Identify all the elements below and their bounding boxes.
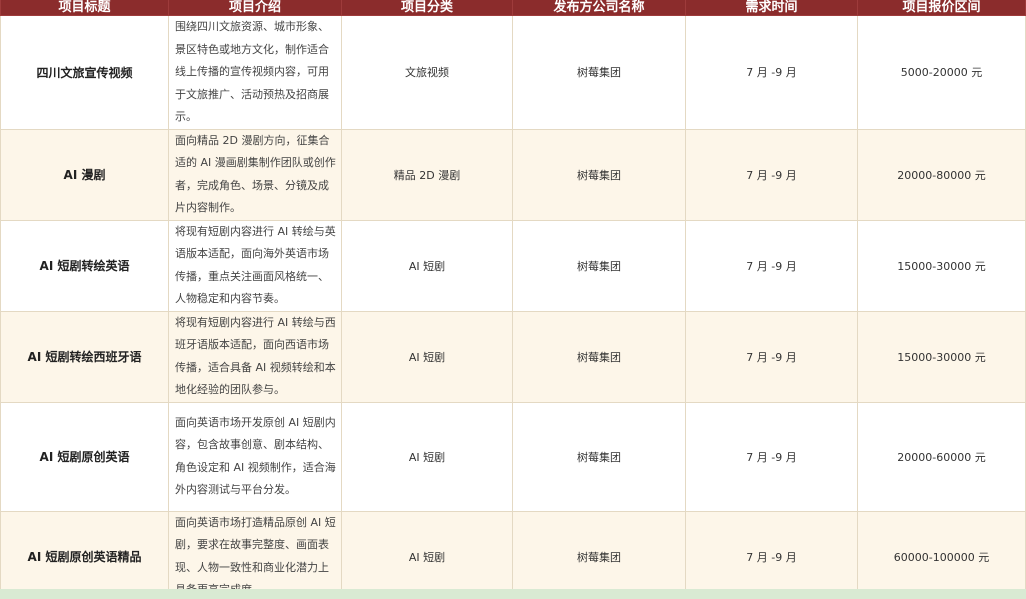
header-row: 项目标题 项目介绍 项目分类 发布方公司名称 需求时间 项目报价区间 xyxy=(0,0,1026,16)
col-header-category: 项目分类 xyxy=(341,0,513,16)
cell-time: 7 月 -9 月 xyxy=(685,219,858,312)
cell-intro: 面向英语市场开发原创 AI 短剧内容，包含故事创意、剧本结构、角色设定和 AI … xyxy=(168,401,342,512)
cell-title: AI 漫剧 xyxy=(0,128,169,221)
project-table: 项目标题 项目介绍 项目分类 发布方公司名称 需求时间 项目报价区间 四川文旅宣… xyxy=(0,0,1026,599)
cell-time: 7 月 -9 月 xyxy=(685,510,858,599)
col-header-time: 需求时间 xyxy=(685,0,858,16)
col-header-company: 发布方公司名称 xyxy=(512,0,686,16)
cell-company: 树莓集团 xyxy=(512,310,686,403)
cell-intro: 面向精品 2D 漫剧方向，征集合适的 AI 漫画剧集制作团队或创作者，完成角色、… xyxy=(168,128,342,221)
cell-intro: 将现有短剧内容进行 AI 转绘与英语版本适配，面向海外英语市场传播，重点关注画面… xyxy=(168,219,342,312)
cell-title: AI 短剧原创英语精品 xyxy=(0,510,169,599)
table-row: 四川文旅宣传视频 围绕四川文旅资源、城市形象、景区特色或地方文化，制作适合线上传… xyxy=(0,15,1026,130)
cell-intro: 围绕四川文旅资源、城市形象、景区特色或地方文化，制作适合线上传播的宣传视频内容，… xyxy=(168,15,342,130)
cell-time: 7 月 -9 月 xyxy=(685,401,858,512)
cell-company: 树莓集团 xyxy=(512,510,686,599)
cell-price: 15000-30000 元 xyxy=(857,219,1026,312)
cell-category: AI 短剧 xyxy=(341,219,513,312)
table-row: AI 漫剧 面向精品 2D 漫剧方向，征集合适的 AI 漫画剧集制作团队或创作者… xyxy=(0,128,1026,221)
cell-title: AI 短剧转绘西班牙语 xyxy=(0,310,169,403)
cell-company: 树莓集团 xyxy=(512,401,686,512)
cell-category: AI 短剧 xyxy=(341,401,513,512)
col-header-title: 项目标题 xyxy=(0,0,169,16)
cell-price: 20000-80000 元 xyxy=(857,128,1026,221)
cell-category: 精品 2D 漫剧 xyxy=(341,128,513,221)
cell-price: 5000-20000 元 xyxy=(857,15,1026,130)
table-row: AI 短剧转绘西班牙语 将现有短剧内容进行 AI 转绘与西班牙语版本适配，面向西… xyxy=(0,310,1026,403)
table-row: AI 短剧原创英语 面向英语市场开发原创 AI 短剧内容，包含故事创意、剧本结构… xyxy=(0,401,1026,512)
cell-title: 四川文旅宣传视频 xyxy=(0,15,169,130)
cell-time: 7 月 -9 月 xyxy=(685,128,858,221)
table-row: AI 短剧转绘英语 将现有短剧内容进行 AI 转绘与英语版本适配，面向海外英语市… xyxy=(0,219,1026,312)
cell-company: 树莓集团 xyxy=(512,15,686,130)
cell-company: 树莓集团 xyxy=(512,219,686,312)
cell-title: AI 短剧转绘英语 xyxy=(0,219,169,312)
cell-price: 15000-30000 元 xyxy=(857,310,1026,403)
project-table-view: 项目标题 项目介绍 项目分类 发布方公司名称 需求时间 项目报价区间 四川文旅宣… xyxy=(0,0,1026,599)
col-header-intro: 项目介绍 xyxy=(168,0,342,16)
bottom-strip xyxy=(0,589,1026,599)
cell-price: 60000-100000 元 xyxy=(857,510,1026,599)
cell-category: 文旅视频 xyxy=(341,15,513,130)
cell-time: 7 月 -9 月 xyxy=(685,15,858,130)
cell-title: AI 短剧原创英语 xyxy=(0,401,169,512)
table-row: AI 短剧原创英语精品 面向英语市场打造精品原创 AI 短剧，要求在故事完整度、… xyxy=(0,510,1026,599)
cell-company: 树莓集团 xyxy=(512,128,686,221)
cell-intro: 面向英语市场打造精品原创 AI 短剧，要求在故事完整度、画面表现、人物一致性和商… xyxy=(168,510,342,599)
cell-category: AI 短剧 xyxy=(341,310,513,403)
cell-time: 7 月 -9 月 xyxy=(685,310,858,403)
col-header-price: 项目报价区间 xyxy=(857,0,1026,16)
cell-intro: 将现有短剧内容进行 AI 转绘与西班牙语版本适配，面向西语市场传播，适合具备 A… xyxy=(168,310,342,403)
cell-price: 20000-60000 元 xyxy=(857,401,1026,512)
cell-category: AI 短剧 xyxy=(341,510,513,599)
